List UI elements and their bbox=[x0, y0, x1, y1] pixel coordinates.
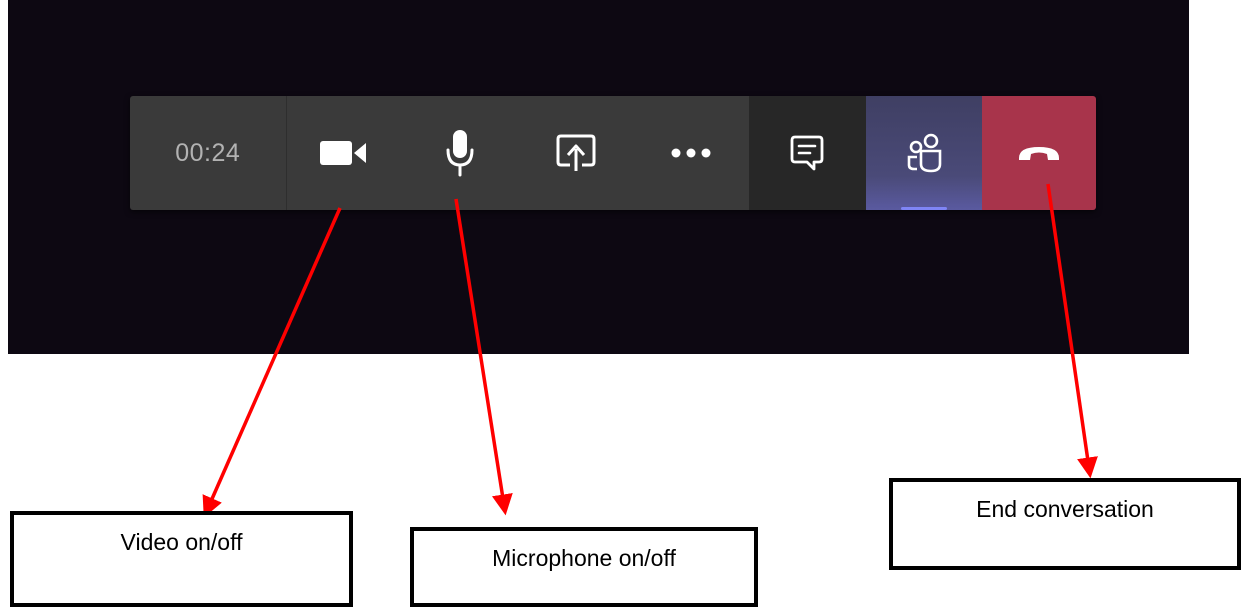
microphone-label: Microphone on/off bbox=[492, 545, 676, 571]
chat-icon bbox=[790, 135, 824, 171]
participants-button[interactable] bbox=[865, 96, 983, 210]
share-screen-button[interactable] bbox=[517, 96, 634, 210]
video-camera-icon bbox=[320, 139, 368, 167]
call-timer: 00:24 bbox=[130, 96, 287, 210]
call-toolbar: 00:24 bbox=[130, 96, 1096, 210]
end-call-button[interactable] bbox=[982, 96, 1096, 210]
share-screen-icon bbox=[556, 133, 596, 173]
video-toggle-button[interactable] bbox=[286, 96, 403, 210]
call-screen: 00:24 bbox=[8, 0, 1189, 354]
end-label-box: End conversation bbox=[889, 478, 1241, 570]
participants-icon bbox=[906, 133, 942, 173]
hang-up-icon bbox=[1016, 143, 1062, 163]
call-timer-text: 00:24 bbox=[175, 138, 241, 167]
end-label: End conversation bbox=[976, 496, 1154, 522]
more-options-icon bbox=[670, 148, 712, 158]
microphone-icon bbox=[445, 129, 475, 177]
more-options-button[interactable] bbox=[633, 96, 750, 210]
video-label: Video on/off bbox=[120, 529, 243, 555]
microphone-toggle-button[interactable] bbox=[402, 96, 518, 210]
chat-button[interactable] bbox=[749, 96, 866, 210]
microphone-label-box: Microphone on/off bbox=[410, 527, 758, 607]
video-label-box: Video on/off bbox=[10, 511, 353, 607]
